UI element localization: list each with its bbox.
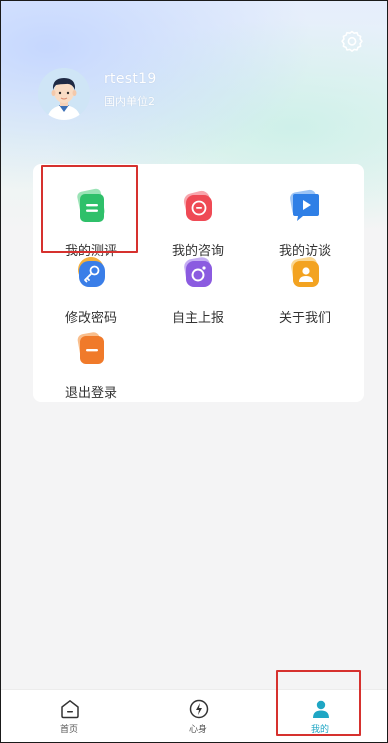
menu-item-logout[interactable]: 退出登录	[46, 314, 136, 401]
menu-item-self-report[interactable]: 自主上报	[153, 239, 243, 326]
interview-icon	[287, 188, 323, 224]
mind-body-icon	[188, 698, 210, 720]
key-icon	[73, 255, 109, 291]
tab-label: 首页	[59, 725, 78, 735]
menu-label: 退出登录	[64, 386, 117, 401]
user-unit: 国内单位2	[104, 95, 155, 108]
tab-mind-body[interactable]: 心身	[168, 690, 228, 742]
menu-item-about-us[interactable]: 关于我们	[260, 239, 350, 326]
logout-icon	[73, 330, 109, 366]
menu-label: 关于我们	[278, 311, 331, 326]
home-icon	[59, 698, 81, 720]
about-icon	[287, 255, 323, 291]
app-frame: rtest19 国内单位2 我的测评 我的咨询 我的访谈 修改密码 自主上报 关…	[0, 0, 388, 743]
settings-gear-icon[interactable]	[339, 29, 365, 55]
username: rtest19	[104, 71, 157, 87]
highlight-box-mine-tab	[276, 670, 361, 736]
consult-icon	[180, 188, 216, 224]
avatar[interactable]	[38, 68, 90, 120]
menu-label: 自主上报	[171, 311, 224, 326]
highlight-box-assessment	[41, 165, 138, 253]
tab-home[interactable]: 首页	[39, 690, 99, 742]
tab-label: 心身	[188, 725, 207, 735]
report-icon	[180, 255, 216, 291]
